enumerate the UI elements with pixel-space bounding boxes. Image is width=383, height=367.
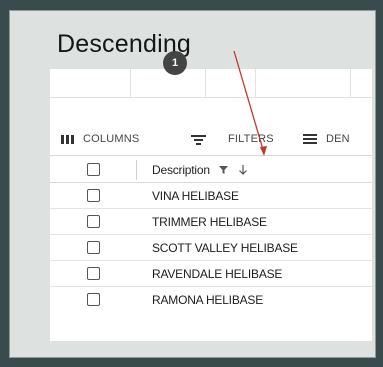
density-button[interactable]: DEN xyxy=(303,131,350,147)
columns-label: COLUMNS xyxy=(83,133,140,145)
columns-button[interactable]: COLUMNS xyxy=(61,131,139,147)
cell-description: TRIMMER HELIBASE xyxy=(152,215,267,229)
filters-label: FILTERS xyxy=(228,133,274,145)
density-icon xyxy=(303,133,317,144)
column-header-label: Description xyxy=(152,163,210,177)
select-all-checkbox[interactable] xyxy=(87,163,100,176)
grid-top-tabs xyxy=(50,69,372,98)
table-row[interactable]: RAVENDALE HELIBASE xyxy=(50,261,372,287)
row-checkbox[interactable] xyxy=(87,215,100,228)
table-row[interactable]: SCOTT VALLEY HELIBASE xyxy=(50,235,372,261)
cell-description: RAMONA HELIBASE xyxy=(152,293,264,307)
row-checkbox[interactable] xyxy=(87,293,100,306)
table-row[interactable]: RAMONA HELIBASE xyxy=(50,287,372,313)
table-header-row: Description xyxy=(50,155,372,183)
columns-icon xyxy=(61,134,74,144)
filters-button[interactable]: FILTERS xyxy=(191,131,274,147)
row-checkbox[interactable] xyxy=(87,241,100,254)
data-grid: COLUMNS FILTERS DEN Description VINA HEL… xyxy=(50,69,372,341)
sort-descending-icon[interactable] xyxy=(238,164,248,176)
filter-count-badge: 1 xyxy=(163,51,187,75)
top-tab-3[interactable] xyxy=(205,69,256,97)
row-checkbox[interactable] xyxy=(87,189,100,202)
density-label: DEN xyxy=(326,133,350,145)
table-row[interactable]: VINA HELIBASE xyxy=(50,183,372,209)
cell-description: VINA HELIBASE xyxy=(152,189,239,203)
top-tab-1[interactable] xyxy=(50,69,131,97)
grid-toolbar: COLUMNS FILTERS DEN xyxy=(50,125,372,153)
screenshot-frame: Descending COLUMNS FILTERS DEN Descripti… xyxy=(9,10,376,358)
row-checkbox[interactable] xyxy=(87,267,100,280)
top-tab-4[interactable] xyxy=(255,69,351,97)
filter-icon xyxy=(191,135,206,145)
cell-description: SCOTT VALLEY HELIBASE xyxy=(152,241,298,255)
column-separator xyxy=(136,160,137,180)
column-filter-icon[interactable] xyxy=(218,165,229,175)
table-row[interactable]: TRIMMER HELIBASE xyxy=(50,209,372,235)
cell-description: RAVENDALE HELIBASE xyxy=(152,267,283,281)
column-header-description[interactable]: Description xyxy=(152,163,248,177)
